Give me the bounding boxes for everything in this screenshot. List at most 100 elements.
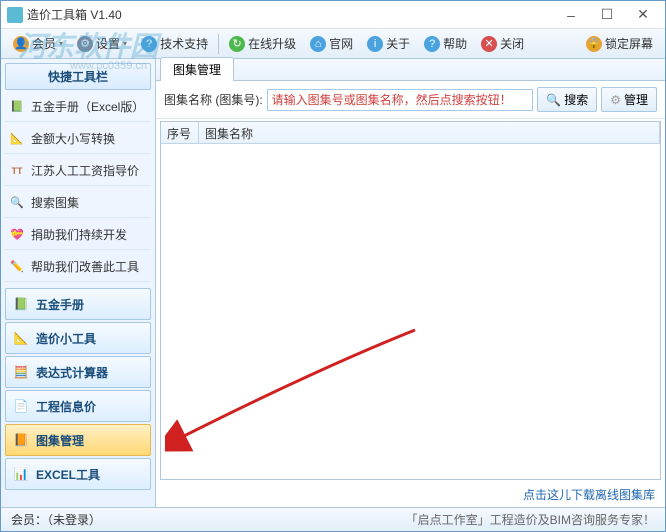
quick-item-label: 五金手册（Excel版） [31, 98, 144, 115]
toolbar-about[interactable]: i关于 [361, 33, 416, 54]
tab-atlas-manage[interactable]: 图集管理 [160, 57, 234, 81]
atlas-icon: 📙 [12, 431, 30, 449]
quick-item-label: 帮助我们改善此工具 [31, 258, 139, 275]
nav-label: 造价小工具 [36, 330, 96, 347]
toolbar-close-label: 关闭 [500, 35, 524, 52]
toolbar-lock[interactable]: 🔒锁定屏幕 [580, 33, 659, 54]
triangle-icon: 📐 [9, 131, 25, 147]
book-icon: 📗 [9, 99, 25, 115]
quick-feedback[interactable]: ✏️ 帮助我们改善此工具 [5, 252, 151, 282]
nav-excel-tools[interactable]: 📊 EXCEL工具 [5, 458, 151, 490]
status-member-label: 会员： [11, 513, 47, 527]
quick-amount-convert[interactable]: 📐 金额大小写转换 [5, 124, 151, 154]
nav-cost-tools[interactable]: 📐 造价小工具 [5, 322, 151, 354]
close-button[interactable]: ✕ [625, 3, 661, 27]
nav-label: EXCEL工具 [36, 466, 100, 483]
nav-group: 📗 五金手册 📐 造价小工具 🧮 表达式计算器 📄 工程信息价 📙 图集管理 📊 EXCEL… [5, 288, 151, 490]
manage-button[interactable]: ⚙管理 [601, 87, 657, 112]
sidebar-header: 快捷工具栏 [5, 63, 151, 90]
search-input[interactable] [267, 89, 534, 111]
dropdown-icon: ▾ [59, 39, 63, 48]
col-seq[interactable]: 序号 [161, 122, 199, 143]
status-left: 会员：（未登录） [11, 511, 101, 528]
pencil-icon: ✏️ [9, 259, 25, 275]
nav-label: 五金手册 [36, 296, 84, 313]
table-body[interactable] [161, 144, 660, 479]
search-button[interactable]: 🔍搜索 [537, 87, 597, 112]
toolbar-settings[interactable]: ⚙设置▾ [71, 33, 133, 54]
excel-icon: 📊 [12, 465, 30, 483]
lock-icon: 🔒 [586, 36, 602, 52]
quick-item-label: 捐助我们持续开发 [31, 226, 127, 243]
toolbar-site-label: 官网 [329, 35, 353, 52]
app-icon [7, 7, 23, 23]
content-area: 图集管理 图集名称 (图集号): 🔍搜索 ⚙管理 序号 图集名称 点击这儿下载离… [156, 59, 665, 507]
toolbar-tech-label: 技术支持 [160, 35, 208, 52]
minimize-button[interactable]: – [553, 3, 589, 27]
toolbar-close[interactable]: ✕关闭 [475, 33, 530, 54]
window-controls: – ☐ ✕ [553, 3, 661, 27]
quick-hardware-excel[interactable]: 📗 五金手册（Excel版） [5, 92, 151, 122]
nav-label: 工程信息价 [36, 398, 96, 415]
status-member-value: （未登录） [47, 513, 101, 527]
quick-item-label: 江苏人工工资指导价 [31, 162, 139, 179]
status-right: 「启点工作室」工程造价及BIM咨询服务专家！ [406, 511, 655, 528]
nav-project-price[interactable]: 📄 工程信息价 [5, 390, 151, 422]
col-name[interactable]: 图集名称 [199, 122, 660, 143]
sidebar: 快捷工具栏 📗 五金手册（Excel版） 📐 金额大小写转换 TT 江苏人工工资指导价… [1, 59, 156, 507]
quick-search-atlas[interactable]: 🔍 搜索图集 [5, 188, 151, 218]
home-icon: ⌂ [310, 36, 326, 52]
help-icon: ? [424, 36, 440, 52]
ruler-icon: 📐 [12, 329, 30, 347]
search-btn-label: 搜索 [564, 91, 588, 108]
nav-label: 图集管理 [36, 432, 84, 449]
maximize-button[interactable]: ☐ [589, 3, 625, 27]
content-tabs: 图集管理 [156, 59, 665, 81]
calc-icon: 🧮 [12, 363, 30, 381]
close-icon: ✕ [481, 36, 497, 52]
nav-atlas-manage[interactable]: 📙 图集管理 [5, 424, 151, 456]
toolbar-separator [218, 34, 219, 54]
book-icon: 📗 [12, 295, 30, 313]
main-toolbar: 👤会员▾ ⚙设置▾ ?技术支持 ↻在线升级 ⌂官网 i关于 ?帮助 ✕关闭 🔒锁… [1, 29, 665, 59]
titlebar-left: 造价工具箱 V1.40 [7, 6, 122, 23]
search-row: 图集名称 (图集号): 🔍搜索 ⚙管理 [156, 81, 665, 119]
toolbar-help[interactable]: ?帮助 [418, 33, 473, 54]
search-icon: 🔍 [9, 195, 25, 211]
content-footer: 点击这儿下载离线图集库 [156, 482, 665, 507]
window-title: 造价工具箱 V1.40 [27, 6, 122, 23]
toolbar-site[interactable]: ⌂官网 [304, 33, 359, 54]
toolbar-upgrade[interactable]: ↻在线升级 [223, 33, 302, 54]
toolbar-help-label: 帮助 [443, 35, 467, 52]
tt-icon: TT [9, 163, 25, 179]
heart-icon: 💝 [9, 227, 25, 243]
quick-jiangsu-wage[interactable]: TT 江苏人工工资指导价 [5, 156, 151, 186]
toolbar-member[interactable]: 👤会员▾ [7, 33, 69, 54]
quick-donate[interactable]: 💝 捐助我们持续开发 [5, 220, 151, 250]
nav-expression-calc[interactable]: 🧮 表达式计算器 [5, 356, 151, 388]
table-header: 序号 图集名称 [161, 122, 660, 144]
toolbar-about-label: 关于 [386, 35, 410, 52]
nav-label: 表达式计算器 [36, 364, 108, 381]
quick-item-label: 搜索图集 [31, 194, 79, 211]
main-area: 快捷工具栏 📗 五金手册（Excel版） 📐 金额大小写转换 TT 江苏人工工资指导价… [1, 59, 665, 507]
toolbar-lock-label: 锁定屏幕 [605, 35, 653, 52]
app-window: 造价工具箱 V1.40 – ☐ ✕ 河东软件园 www.pc0359.cn 👤会… [0, 0, 666, 532]
support-icon: ? [141, 36, 157, 52]
toolbar-tech-support[interactable]: ?技术支持 [135, 33, 214, 54]
quick-item-label: 金额大小写转换 [31, 130, 115, 147]
manage-btn-label: 管理 [624, 91, 648, 108]
atlas-table: 序号 图集名称 [160, 121, 661, 480]
download-offline-link[interactable]: 点击这儿下载离线图集库 [523, 486, 655, 503]
info-icon: i [367, 36, 383, 52]
toolbar-settings-label: 设置 [96, 35, 120, 52]
doc-icon: 📄 [12, 397, 30, 415]
statusbar: 会员：（未登录） 「启点工作室」工程造价及BIM咨询服务专家！ [1, 507, 665, 531]
nav-hardware[interactable]: 📗 五金手册 [5, 288, 151, 320]
upgrade-icon: ↻ [229, 36, 245, 52]
gear-icon: ⚙ [77, 36, 93, 52]
toolbar-upgrade-label: 在线升级 [248, 35, 296, 52]
toolbar-member-label: 会员 [32, 35, 56, 52]
dropdown-icon: ▾ [123, 39, 127, 48]
gear-icon: ⚙ [610, 93, 621, 107]
